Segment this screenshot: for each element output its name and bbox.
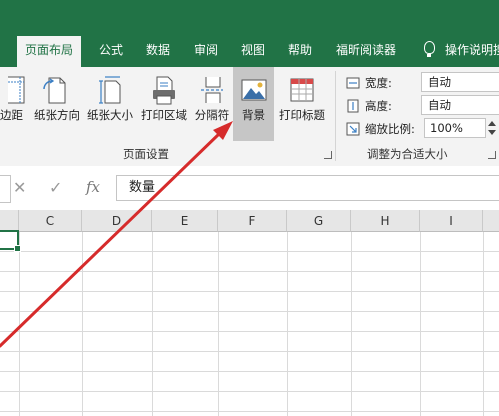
annotation-arrow bbox=[0, 121, 233, 348]
